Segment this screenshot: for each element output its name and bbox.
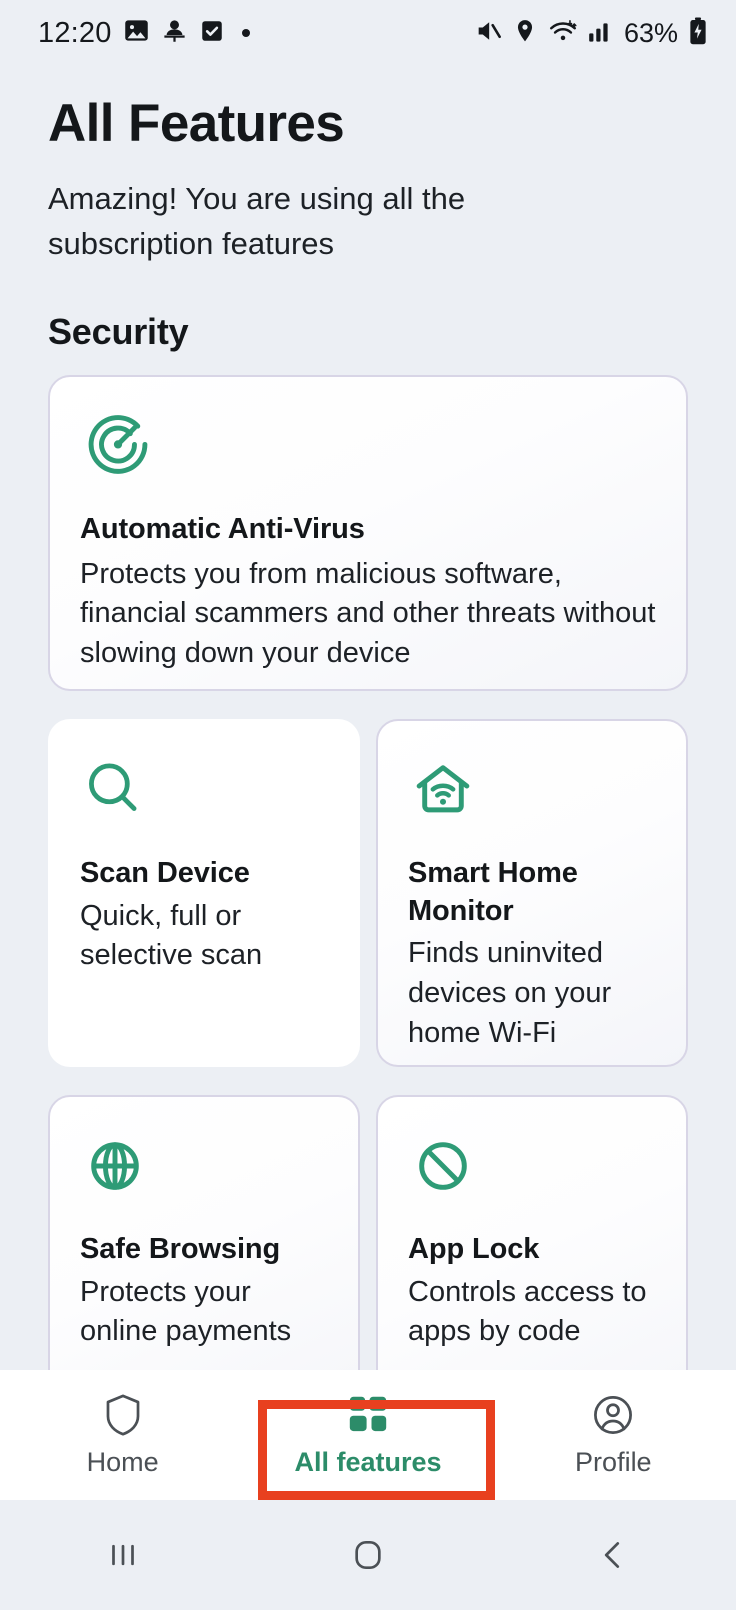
- nav-item-profile[interactable]: Profile: [491, 1370, 736, 1500]
- nav-item-label: Profile: [575, 1447, 652, 1477]
- shield-icon: [103, 1392, 143, 1438]
- nav-item-home[interactable]: Home: [0, 1370, 245, 1500]
- android-system-navigation: [0, 1500, 736, 1610]
- status-bar-right: 63%: [474, 17, 708, 50]
- feature-card-automatic-anti-virus[interactable]: Automatic Anti-Virus Protects you from m…: [48, 374, 688, 691]
- feature-card-row-1: Scan Device Quick, full or selective sca…: [48, 718, 688, 1067]
- dot-icon: [241, 29, 250, 37]
- nav-item-label: Home: [86, 1447, 159, 1477]
- person-pin-icon: [161, 17, 188, 49]
- feature-card-description: Protects your online payments: [80, 1275, 292, 1348]
- account-circle-icon: [592, 1392, 634, 1438]
- feature-card-description: Finds uninvited devices on your home Wi-…: [408, 937, 612, 1049]
- feature-card-description: Protects you from malicious software, fi…: [80, 557, 656, 669]
- page-subtitle: Amazing! You are using all the subscript…: [48, 180, 466, 261]
- feature-card-title: Smart Home Monitor: [408, 856, 578, 927]
- magnifier-icon: [80, 751, 328, 829]
- page-title: All Features: [48, 94, 345, 153]
- status-bar: 12:20 63%: [0, 0, 736, 66]
- feature-card-title: Automatic Anti-Virus: [80, 512, 365, 545]
- nav-item-label: All features: [294, 1447, 442, 1477]
- feature-card-title: Safe Browsing: [80, 1232, 281, 1265]
- status-bar-clock: 12:20: [38, 16, 112, 49]
- back-icon[interactable]: [491, 1536, 736, 1574]
- phone-screen: 12:20 63% All Features Amazing! You are …: [0, 0, 736, 1610]
- feature-card-description: Controls access to apps by code: [408, 1275, 647, 1348]
- bottom-navigation-bar: Home All features Profile: [0, 1370, 736, 1500]
- nav-item-all-features[interactable]: All features: [245, 1370, 490, 1500]
- battery-percent-label: 63%: [623, 17, 678, 48]
- home-wifi-icon: [408, 751, 656, 829]
- mute-icon: [474, 17, 502, 50]
- block-icon: [408, 1127, 656, 1205]
- section-title-security: Security: [48, 310, 189, 352]
- battery-charging-icon: [688, 17, 708, 50]
- radar-scan-icon: [80, 407, 656, 485]
- status-bar-left: 12:20: [38, 17, 250, 50]
- location-icon: [512, 18, 538, 49]
- grid-icon: [347, 1392, 389, 1438]
- feature-card-title: App Lock: [408, 1232, 540, 1265]
- wifi-icon: [548, 18, 578, 49]
- recents-icon[interactable]: [0, 1536, 245, 1574]
- photo-icon: [123, 17, 150, 49]
- home-circle-icon[interactable]: [245, 1535, 490, 1575]
- feature-card-scan-device[interactable]: Scan Device Quick, full or selective sca…: [48, 718, 360, 1067]
- feature-card-title: Scan Device: [80, 856, 250, 889]
- feature-card-smart-home-monitor[interactable]: Smart Home Monitor Finds uninvited devic…: [376, 718, 688, 1067]
- checkbox-icon: [199, 18, 225, 49]
- globe-icon: [80, 1127, 328, 1205]
- feature-card-description: Quick, full or selective scan: [80, 899, 263, 972]
- signal-icon: [588, 19, 614, 48]
